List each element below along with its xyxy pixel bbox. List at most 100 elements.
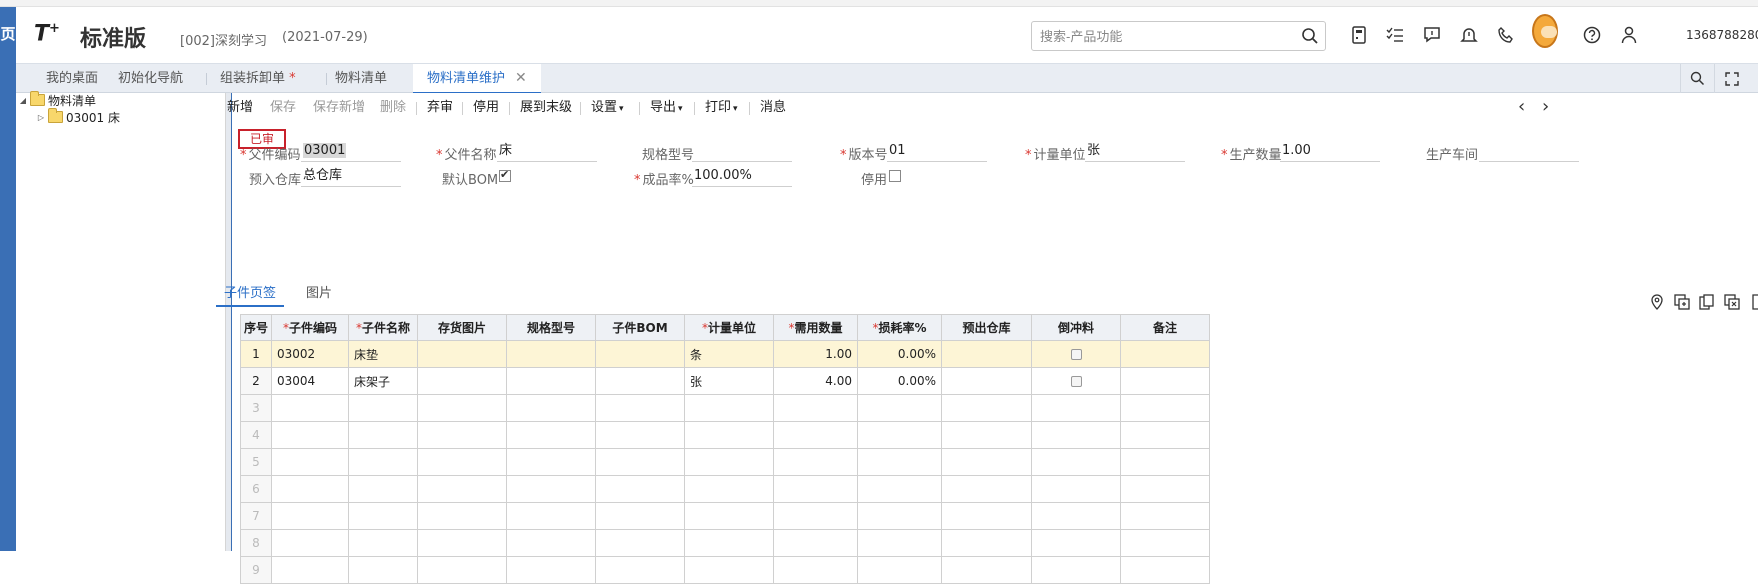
delete-row-icon[interactable] [1723, 293, 1741, 311]
tree-root[interactable]: ◢ 物料清单 [18, 91, 96, 108]
empty-cell[interactable] [595, 475, 685, 503]
empty-cell[interactable] [857, 556, 942, 584]
empty-cell[interactable] [773, 421, 858, 449]
empty-cell[interactable] [1031, 448, 1121, 476]
empty-row[interactable]: 6 [240, 475, 1210, 503]
empty-cell[interactable] [271, 394, 349, 422]
workshop-input[interactable] [1479, 142, 1579, 162]
mascot-avatar[interactable] [1532, 14, 1562, 48]
user-account[interactable]: 13687882800 [1686, 28, 1758, 42]
tree-item-03001[interactable]: ▷ 03001 床 [36, 108, 120, 125]
empty-cell[interactable] [941, 529, 1032, 557]
empty-cell[interactable] [1120, 556, 1210, 584]
empty-cell[interactable] [271, 448, 349, 476]
empty-cell[interactable] [348, 394, 418, 422]
cell-warehouse[interactable] [941, 340, 1032, 368]
parent-code-input[interactable]: 03001 [301, 142, 401, 162]
phone-icon[interactable] [1493, 22, 1519, 48]
empty-cell[interactable] [684, 556, 774, 584]
empty-cell[interactable] [271, 475, 349, 503]
empty-cell[interactable] [1031, 475, 1121, 503]
empty-cell[interactable] [773, 448, 858, 476]
tab-components[interactable]: 子件页签 [216, 283, 285, 307]
empty-cell[interactable] [1120, 502, 1210, 530]
left-sidebar[interactable]: 页 [0, 7, 16, 551]
empty-cell[interactable] [941, 421, 1032, 449]
empty-cell[interactable] [684, 475, 774, 503]
cell-spec[interactable] [506, 367, 596, 395]
col-header[interactable]: 预出仓库 [941, 314, 1032, 341]
empty-cell[interactable] [857, 421, 942, 449]
spec-input[interactable] [692, 142, 792, 162]
empty-cell[interactable] [857, 448, 942, 476]
cell-backflush[interactable] [1031, 367, 1121, 395]
empty-cell[interactable] [773, 556, 858, 584]
empty-cell[interactable] [1031, 394, 1121, 422]
table-row[interactable]: 2 03004 床架子 张 4.00 0.00% [240, 367, 1210, 395]
cell-warehouse[interactable] [941, 367, 1032, 395]
empty-cell[interactable] [857, 529, 942, 557]
empty-cell[interactable] [684, 421, 774, 449]
delete-button[interactable]: 删除 [380, 99, 406, 117]
empty-row[interactable]: 9 [240, 556, 1210, 584]
empty-cell[interactable] [1120, 475, 1210, 503]
cell-unit[interactable]: 张 [684, 367, 774, 395]
empty-cell[interactable] [417, 475, 507, 503]
empty-cell[interactable] [271, 421, 349, 449]
cell-loss[interactable]: 0.00% [857, 340, 942, 368]
col-header[interactable]: *需用数量 [773, 314, 858, 341]
empty-row[interactable]: 7 [240, 502, 1210, 530]
cell-image[interactable] [417, 340, 507, 368]
empty-cell[interactable] [857, 475, 942, 503]
empty-cell[interactable] [506, 502, 596, 530]
col-header[interactable]: 序号 [240, 314, 272, 341]
empty-cell[interactable] [857, 502, 942, 530]
empty-cell[interactable] [773, 529, 858, 557]
empty-cell[interactable] [348, 475, 418, 503]
empty-row[interactable]: 5 [240, 448, 1210, 476]
empty-row[interactable]: 3 [240, 394, 1210, 422]
yield-input[interactable]: 100.00% [692, 167, 792, 187]
copy-row-icon[interactable] [1698, 293, 1716, 311]
empty-cell[interactable] [417, 421, 507, 449]
backflush-checkbox[interactable] [1070, 349, 1082, 360]
empty-cell[interactable] [941, 556, 1032, 584]
empty-cell[interactable] [773, 475, 858, 503]
empty-cell[interactable] [271, 556, 349, 584]
empty-cell[interactable] [684, 529, 774, 557]
cell-bom[interactable] [595, 367, 685, 395]
empty-cell[interactable] [1120, 394, 1210, 422]
empty-cell[interactable] [348, 502, 418, 530]
col-header[interactable]: *子件名称 [348, 314, 418, 341]
save-button[interactable]: 保存 [270, 99, 296, 117]
empty-cell[interactable] [941, 394, 1032, 422]
empty-cell[interactable] [1031, 421, 1121, 449]
expand-all-button[interactable]: 展到末级 [520, 99, 572, 117]
next-record-icon[interactable]: › [1542, 96, 1549, 117]
new-button[interactable]: 新增 [227, 99, 253, 117]
empty-cell[interactable] [348, 529, 418, 557]
close-tab-icon[interactable]: ✕ [515, 70, 527, 86]
production-qty-input[interactable]: 1.00 [1280, 142, 1380, 162]
search-box[interactable] [1031, 21, 1326, 51]
location-icon[interactable] [1648, 293, 1666, 311]
empty-cell[interactable] [506, 529, 596, 557]
tab-bom[interactable]: 物料清单 [321, 64, 401, 93]
empty-cell[interactable] [271, 502, 349, 530]
default-bom-checkbox[interactable] [499, 168, 511, 183]
cell-note[interactable] [1120, 367, 1210, 395]
expand-icon[interactable]: ▷ [36, 113, 46, 122]
empty-cell[interactable] [1031, 529, 1121, 557]
save-new-button[interactable]: 保存新增 [313, 99, 365, 117]
empty-cell[interactable] [1120, 421, 1210, 449]
empty-cell[interactable] [941, 448, 1032, 476]
empty-row[interactable]: 4 [240, 421, 1210, 449]
empty-cell[interactable] [506, 421, 596, 449]
empty-row[interactable]: 8 [240, 529, 1210, 557]
settings-dropdown[interactable]: 设置 ▾ [591, 99, 624, 117]
tab-images[interactable]: 图片 [298, 283, 340, 307]
table-row[interactable]: 1 03002 床垫 条 1.00 0.00% [240, 340, 1210, 368]
cell-image[interactable] [417, 367, 507, 395]
print-dropdown[interactable]: 打印 ▾ [705, 99, 738, 117]
col-header[interactable]: *子件编码 [271, 314, 349, 341]
